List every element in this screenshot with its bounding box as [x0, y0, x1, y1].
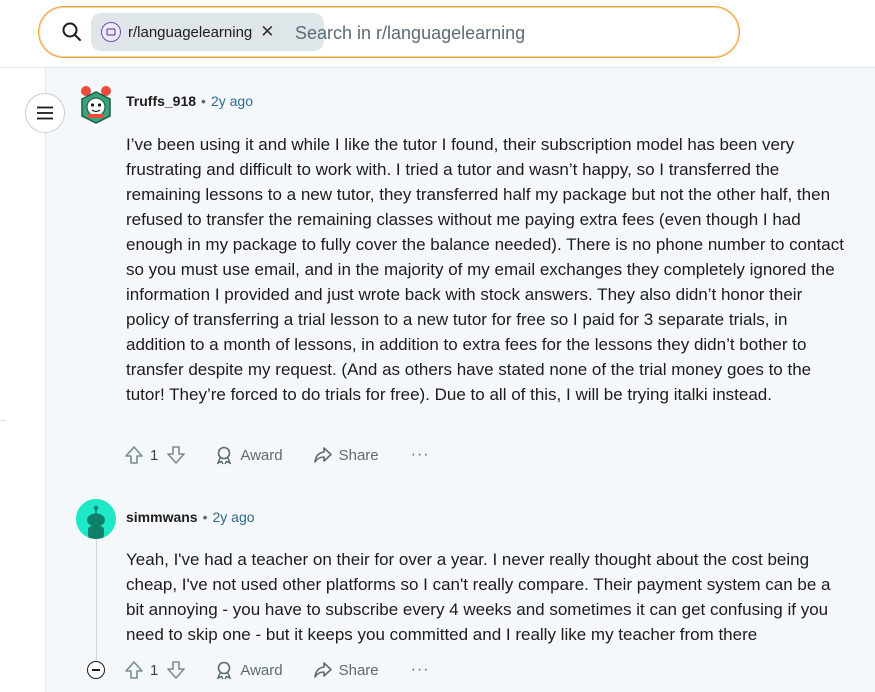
search-bar[interactable]: r/languagelearning ✕	[38, 6, 740, 58]
upvote-icon[interactable]	[124, 445, 144, 465]
username[interactable]: Truffs_918	[126, 93, 196, 109]
downvote-icon[interactable]	[166, 660, 186, 680]
award-label: Award	[240, 661, 283, 679]
subreddit-avatar-icon	[101, 22, 121, 42]
separator-dot: •	[202, 509, 208, 525]
award-icon	[216, 661, 232, 680]
share-label: Share	[338, 661, 379, 679]
comment-age[interactable]: 2y ago	[213, 509, 255, 525]
top-bar: r/languagelearning ✕	[0, 0, 875, 68]
vote-group: 1	[124, 660, 186, 680]
community-chip-label: r/languagelearning	[128, 23, 253, 41]
user-avatar[interactable]	[76, 499, 116, 539]
vote-count: 1	[150, 446, 159, 464]
comment-body: I’ve been using it and while I like the …	[126, 135, 844, 404]
left-rail	[0, 68, 46, 692]
rail-divider	[0, 420, 6, 421]
search-input[interactable]	[295, 19, 715, 47]
thread-line[interactable]	[96, 520, 97, 660]
comment-meta: simmwans • 2y ago	[126, 509, 255, 525]
comment-actions: 1 Award Share ···	[124, 441, 430, 469]
collapse-icon[interactable]	[87, 661, 105, 679]
chip-close-icon[interactable]: ✕	[260, 22, 274, 42]
comment-body: Yeah, I've had a teacher on their for ov…	[126, 550, 831, 644]
vote-count: 1	[150, 661, 159, 679]
share-button[interactable]: Share	[313, 445, 379, 465]
award-button[interactable]: Award	[214, 660, 283, 680]
award-icon	[216, 446, 232, 465]
share-icon	[313, 662, 332, 678]
comment-actions: 1 Award Share ···	[124, 656, 430, 684]
search-icon[interactable]	[61, 21, 83, 43]
upvote-icon[interactable]	[124, 660, 144, 680]
downvote-icon[interactable]	[166, 445, 186, 465]
share-icon	[313, 447, 332, 463]
share-button[interactable]: Share	[313, 660, 379, 680]
community-chip[interactable]: r/languagelearning ✕	[91, 13, 324, 51]
more-icon[interactable]: ···	[411, 446, 430, 464]
separator-dot: •	[201, 93, 206, 109]
comment-meta: Truffs_918 • 2y ago	[126, 93, 253, 109]
more-icon[interactable]: ···	[411, 661, 430, 679]
menu-button[interactable]	[25, 93, 65, 133]
username[interactable]: simmwans	[126, 509, 198, 525]
comment-age[interactable]: 2y ago	[211, 93, 253, 109]
award-label: Award	[240, 446, 283, 464]
menu-icon	[37, 106, 53, 120]
share-label: Share	[338, 446, 379, 464]
vote-group: 1	[124, 445, 186, 465]
user-avatar[interactable]	[77, 83, 115, 125]
award-button[interactable]: Award	[214, 445, 283, 465]
